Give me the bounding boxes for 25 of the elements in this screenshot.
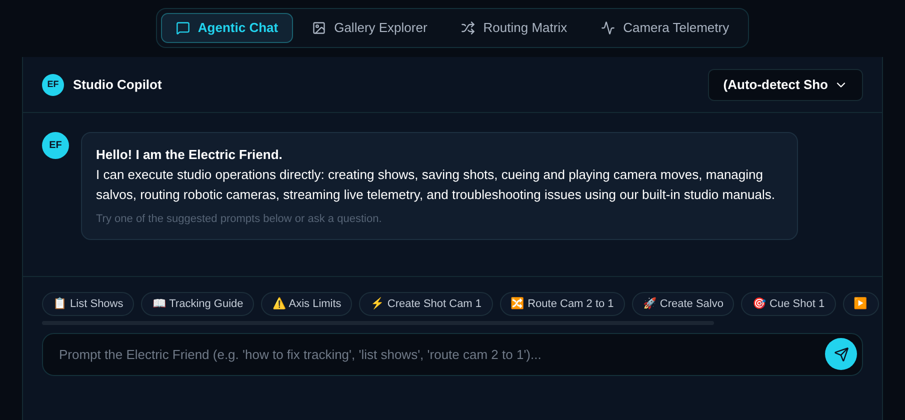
chat-bubble-icon bbox=[176, 21, 190, 35]
suggestion-chip[interactable]: ⚠ Axis Limits bbox=[261, 292, 352, 316]
avatar: EF bbox=[42, 132, 69, 159]
tab[interactable]: Camera Telemetry bbox=[586, 13, 744, 43]
message-hint: Try one of the suggested prompts below or ask a question. bbox=[96, 212, 383, 227]
suggestion-chip[interactable]: ⚡ Create Shot Cam 1 bbox=[359, 292, 493, 316]
suggestion-chip[interactable]: 📋 List Shows bbox=[42, 292, 134, 316]
message-heading: Hello! I am the Electric Friend. bbox=[96, 146, 284, 164]
tab[interactable]: Agentic Chat bbox=[160, 13, 294, 43]
tab[interactable]: Gallery Explorer bbox=[297, 13, 442, 43]
shuffle-icon bbox=[461, 21, 476, 35]
prompt-field[interactable]: Prompt the Electric Friend (e.g. 'how to fix tracking', 'list shows', 'route cam 2 to 1')... bbox=[42, 333, 863, 376]
model-select[interactable]: (Auto-detect Sho bbox=[708, 68, 863, 100]
send-icon bbox=[834, 346, 848, 362]
panel-title: Studio Copilot bbox=[73, 76, 162, 94]
suggestion-chip[interactable]: 🚀 Create Salvo bbox=[632, 292, 734, 316]
pulse-icon bbox=[601, 21, 616, 35]
image-icon bbox=[312, 21, 326, 35]
avatar: EF bbox=[42, 74, 64, 96]
suggestion-chip[interactable]: 🎯 Cue Shot 1 bbox=[741, 292, 836, 316]
message-text: I can execute studio operations directly: creating shows, saving shots, cueing and playing camera moves, managing salvos, routing robotic cameras, streaming live telemetry, and troubleshooting issues using our built-in studio manuals. bbox=[96, 166, 776, 204]
suggestion-chip[interactable]: 📖 Tracking Guide bbox=[141, 292, 254, 316]
suggestion-chip[interactable]: 🔀 Route Cam 2 to 1 bbox=[500, 292, 625, 316]
suggestion-chip[interactable]: ▶ bbox=[842, 292, 879, 316]
tab[interactable]: Routing Matrix bbox=[446, 13, 582, 43]
